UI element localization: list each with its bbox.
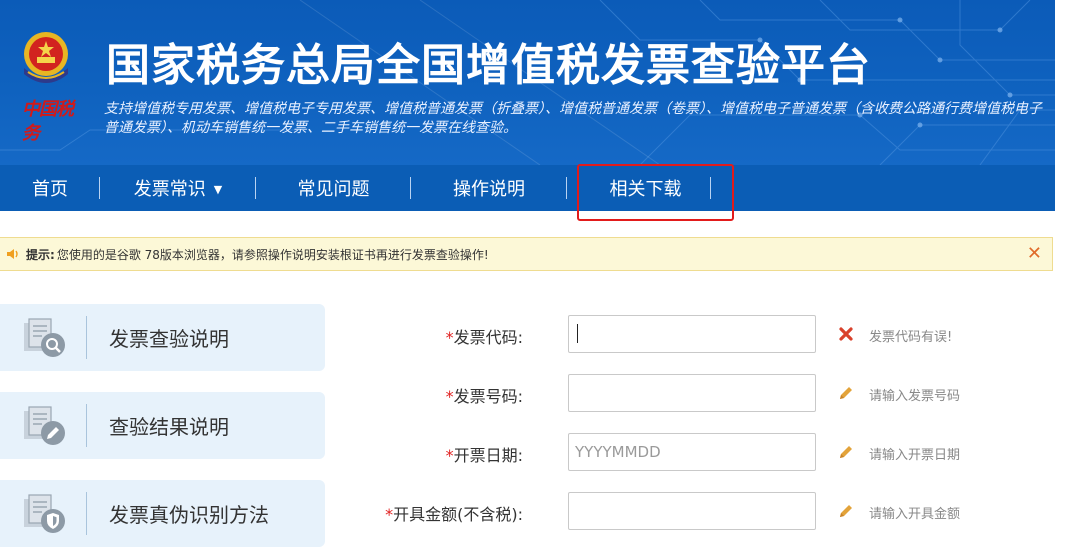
- field-issue-date-label: *开票日期:: [445, 446, 523, 465]
- card-label: 查验结果说明: [109, 415, 229, 439]
- pencil-icon: [840, 446, 852, 458]
- nav-home-label: 首页: [32, 179, 68, 200]
- field-invoice-code-label: *发票代码:: [445, 328, 523, 347]
- downloads-highlight-box: [577, 164, 734, 221]
- site-subtitle: 支持增值税专用发票、增值税电子专用发票、增值税普通发票（折叠票）、增值税普通发票…: [104, 101, 1042, 136]
- error-x-icon: [839, 327, 853, 341]
- pencil-icon: [840, 387, 852, 399]
- speaker-icon: [7, 249, 18, 259]
- national-emblem-icon: [24, 32, 68, 83]
- site-banner: 中国税务 国家税务总局全国增值税发票查验平台 支持增值税专用发票、增值税电子专用…: [0, 0, 1055, 165]
- card-divider: [86, 492, 87, 535]
- nav-faq-label: 常见问题: [297, 179, 370, 200]
- text-cursor: [577, 324, 578, 343]
- nav-invoice-knowledge-label: 发票常识: [133, 179, 206, 200]
- invoice-code-input[interactable]: [568, 315, 816, 353]
- field-invoice-number-label: *发票号码:: [445, 387, 523, 406]
- invoice-number-hint: 请输入发票号码: [869, 389, 961, 404]
- document-search-icon: [24, 318, 65, 357]
- amount-input[interactable]: [568, 492, 816, 530]
- field-amount-label: *开具金额(不含税):: [385, 505, 523, 524]
- amount-hint: 请输入开具金额: [869, 507, 961, 522]
- card-authenticity-guide[interactable]: 发票真伪识别方法: [0, 480, 325, 547]
- invoice-code-hint: 发票代码有误!: [869, 330, 953, 345]
- nav-instructions[interactable]: 操作说明: [411, 165, 567, 211]
- field-amount-row: *开具金额(不含税): 请输入开具金额: [380, 492, 1060, 532]
- site-title: 国家税务总局全国增值税发票查验平台: [106, 40, 871, 91]
- field-invoice-code-row: *发票代码: 发票代码有误!: [380, 315, 1060, 355]
- card-result-guide[interactable]: 查验结果说明: [0, 392, 325, 459]
- nav-faq[interactable]: 常见问题: [256, 165, 411, 211]
- close-icon[interactable]: ✕: [1027, 244, 1042, 264]
- document-edit-icon: [24, 406, 65, 445]
- card-label: 发票查验说明: [109, 327, 229, 351]
- issue-date-input[interactable]: [568, 433, 816, 471]
- field-invoice-number-row: *发票号码: 请输入发票号码: [380, 374, 1060, 414]
- card-divider: [86, 316, 87, 359]
- main-nav: 首页 发票常识 ▼ 常见问题 操作说明 相关下载: [0, 165, 1055, 211]
- notice-message: 您使用的是谷歌 78版本浏览器，请参照操作说明安装根证书再进行发票查验操作!: [56, 247, 489, 262]
- chevron-down-icon: ▼: [213, 182, 223, 196]
- field-issue-date-row: *开票日期: 请输入开票日期: [380, 433, 1060, 473]
- notice-label: 提示:: [26, 247, 55, 262]
- browser-notice: 提示: 您使用的是谷歌 78版本浏览器，请参照操作说明安装根证书再进行发票查验操…: [0, 237, 1053, 271]
- invoice-number-input[interactable]: [568, 374, 816, 412]
- card-label: 发票真伪识别方法: [109, 503, 269, 527]
- nav-instructions-label: 操作说明: [453, 179, 525, 200]
- card-invoice-check-guide[interactable]: 发票查验说明: [0, 304, 325, 371]
- issue-date-hint: 请输入开票日期: [869, 448, 961, 463]
- card-divider: [86, 404, 87, 447]
- nav-invoice-knowledge[interactable]: 发票常识 ▼: [100, 165, 256, 211]
- pencil-icon: [840, 505, 852, 517]
- document-shield-icon: [24, 494, 65, 533]
- china-tax-seal-logo: 中国税务: [22, 99, 74, 144]
- nav-home[interactable]: 首页: [0, 165, 100, 211]
